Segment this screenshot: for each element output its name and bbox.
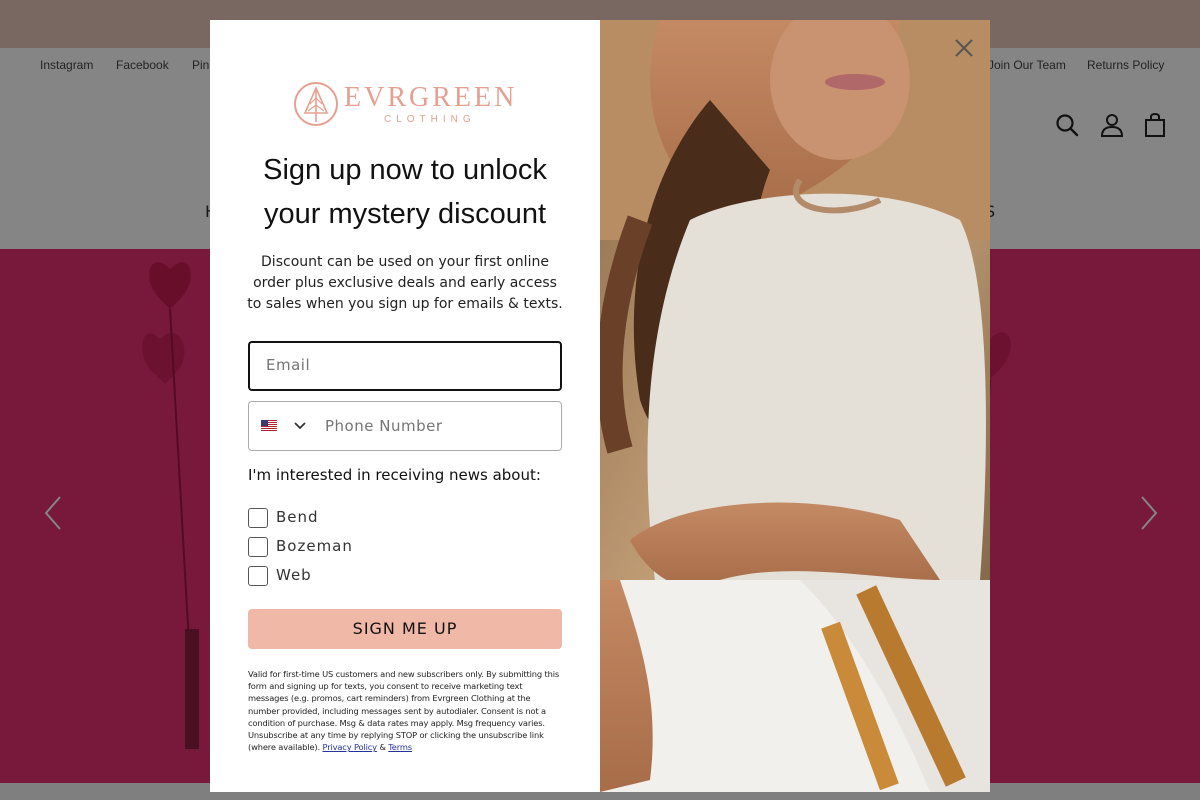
- us-flag-icon[interactable]: [261, 420, 277, 432]
- signup-popup: EVRGREEN CLOTHING Sign up now to unlock …: [210, 20, 990, 792]
- close-icon[interactable]: [950, 34, 978, 62]
- option-bend[interactable]: Bend: [248, 508, 448, 530]
- popup-headline: Sign up now to unlock your mystery disco…: [230, 148, 580, 236]
- option-bozeman[interactable]: Bozeman: [248, 537, 448, 559]
- interest-label: I'm interested in receiving news about:: [248, 466, 541, 484]
- legal-text: Valid for first-time US customers and ne…: [248, 669, 560, 753]
- phone-field-wrapper: [248, 401, 562, 451]
- signup-form-panel: EVRGREEN CLOTHING Sign up now to unlock …: [210, 20, 600, 792]
- phone-number-field[interactable]: [323, 416, 557, 436]
- brand-logo: EVRGREEN CLOTHING: [292, 80, 518, 130]
- headline-line-2: your mystery discount: [263, 198, 547, 230]
- option-label-bozeman[interactable]: Bozeman: [276, 537, 353, 555]
- privacy-policy-link[interactable]: Privacy Policy: [322, 742, 377, 752]
- legal-ampersand: &: [379, 742, 386, 753]
- logo-wordmark: EVRGREEN: [344, 82, 518, 113]
- email-field[interactable]: [264, 355, 548, 375]
- sign-me-up-button[interactable]: SIGN ME UP: [248, 609, 562, 649]
- popup-description: Discount can be used on your first onlin…: [247, 254, 563, 312]
- checkbox-bend[interactable]: [248, 508, 268, 528]
- email-field-wrapper: [248, 341, 562, 391]
- woman-in-sweater-image: [600, 20, 990, 792]
- checkbox-bozeman[interactable]: [248, 537, 268, 557]
- option-label-bend[interactable]: Bend: [276, 508, 319, 526]
- model-photo: [600, 20, 990, 792]
- tree-logo-icon: [294, 82, 338, 126]
- option-label-web[interactable]: Web: [276, 566, 312, 584]
- headline-line-1: Sign up now to unlock: [263, 154, 547, 186]
- checkbox-web[interactable]: [248, 566, 268, 586]
- option-web[interactable]: Web: [248, 566, 448, 588]
- terms-link[interactable]: Terms: [388, 742, 412, 752]
- country-dropdown-chevron-icon[interactable]: [293, 420, 307, 432]
- logo-subtitle: CLOTHING: [384, 114, 476, 125]
- legal-disclaimer: Valid for first-time US customers and ne…: [248, 668, 564, 753]
